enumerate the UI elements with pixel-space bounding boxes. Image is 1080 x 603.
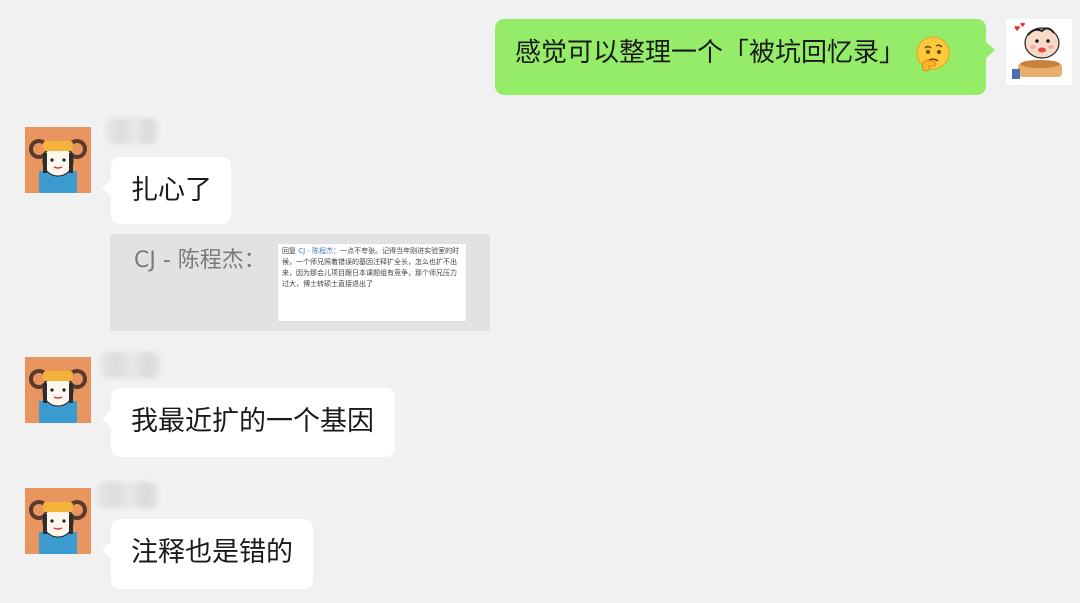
message-text: 我最近扩的一个基因	[131, 406, 374, 437]
contact-avatar[interactable]	[25, 488, 91, 554]
contact-avatar[interactable]	[25, 127, 91, 193]
my-avatar[interactable]: ♥ ♥	[1006, 19, 1072, 85]
contact-name-blurred	[100, 352, 160, 378]
quoted-screenshot-thumbnail[interactable]: 回复 CJ - 陈程杰：一点不夸张。记得当年刚进实验室的时候，一个师兄照着错误的…	[277, 243, 467, 322]
thumb-name: CJ - 陈程杰	[298, 247, 334, 255]
message-text: 扎心了	[131, 175, 212, 206]
message-text: 感觉可以整理一个「被坑回忆录」	[515, 38, 906, 68]
contact-avatar[interactable]	[25, 357, 91, 423]
contact-name-blurred	[96, 482, 158, 508]
contact-message-bubble[interactable]: 扎心了	[102, 157, 231, 224]
thumb-prefix: 回复	[282, 247, 299, 255]
contact-name-blurred	[106, 118, 158, 144]
thinking-face-emoji-icon	[913, 34, 953, 74]
contact-message-bubble[interactable]: 我最近扩的一个基因	[102, 388, 395, 457]
contact-message-bubble[interactable]: 注释也是错的	[102, 519, 313, 589]
quoted-reply[interactable]: CJ - 陈程杰： 回复 CJ - 陈程杰：一点不夸张。记得当年刚进实验室的时候…	[110, 234, 490, 331]
quote-author: CJ - 陈程杰：	[134, 248, 266, 273]
message-text: 注释也是错的	[131, 537, 293, 568]
my-message-bubble[interactable]: 感觉可以整理一个「被坑回忆录」	[495, 19, 995, 95]
svg-text:♥: ♥	[1020, 22, 1025, 29]
